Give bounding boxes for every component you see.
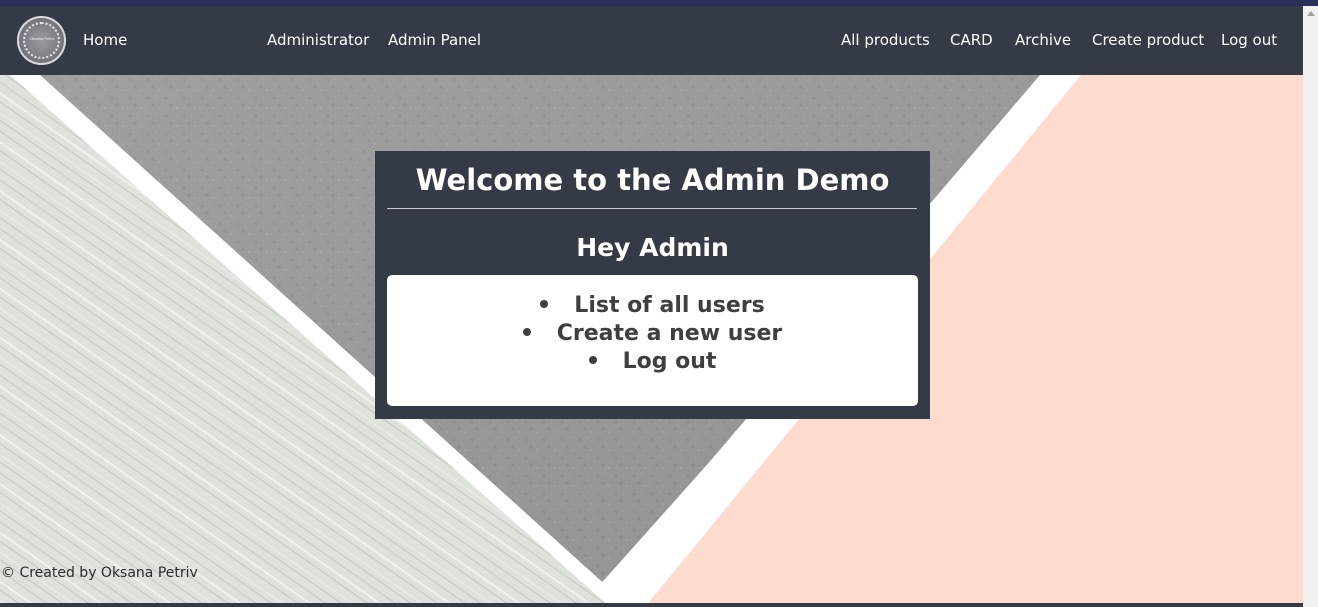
- card-title: Welcome to the Admin Demo: [415, 163, 890, 197]
- menu-item-label[interactable]: List of all users: [574, 293, 764, 318]
- bullet-icon: [540, 300, 549, 308]
- admin-menu-list: List of all users Create a new user Log …: [387, 292, 918, 376]
- scroll-up-arrow-icon[interactable]: [1307, 11, 1315, 16]
- top-navbar: Oksana Petriv Home Administrator Admin P…: [0, 6, 1303, 75]
- brand-logo[interactable]: Oksana Petriv: [17, 16, 66, 65]
- logo-text: Oksana Petriv: [29, 37, 55, 41]
- nav-log-out[interactable]: Log out: [1221, 6, 1277, 75]
- nav-card[interactable]: CARD: [950, 6, 993, 75]
- footer-credit: © Created by Oksana Petriv: [1, 565, 198, 581]
- nav-archive[interactable]: Archive: [1015, 6, 1071, 75]
- nav-administrator[interactable]: Administrator: [267, 6, 369, 75]
- nav-create-product[interactable]: Create product: [1092, 6, 1204, 75]
- menu-item-label[interactable]: Create a new user: [557, 321, 782, 346]
- bottom-strip: [0, 603, 1303, 607]
- bullet-icon: [588, 356, 597, 364]
- menu-item-label[interactable]: Log out: [623, 349, 717, 374]
- menu-item-log-out[interactable]: Log out: [387, 348, 918, 376]
- bullet-icon: [522, 328, 531, 336]
- menu-item-list-users[interactable]: List of all users: [387, 292, 918, 320]
- nav-admin-panel[interactable]: Admin Panel: [388, 6, 481, 75]
- card-divider: [387, 208, 917, 209]
- admin-menu-box: List of all users Create a new user Log …: [387, 275, 918, 406]
- menu-item-create-user[interactable]: Create a new user: [387, 320, 918, 348]
- welcome-card: Welcome to the Admin Demo Hey Admin List…: [375, 151, 930, 419]
- card-greeting: Hey Admin: [576, 233, 729, 262]
- nav-home[interactable]: Home: [83, 6, 127, 75]
- vertical-scrollbar[interactable]: [1303, 6, 1318, 607]
- page: Oksana Petriv Home Administrator Admin P…: [0, 6, 1303, 607]
- nav-all-products[interactable]: All products: [841, 6, 930, 75]
